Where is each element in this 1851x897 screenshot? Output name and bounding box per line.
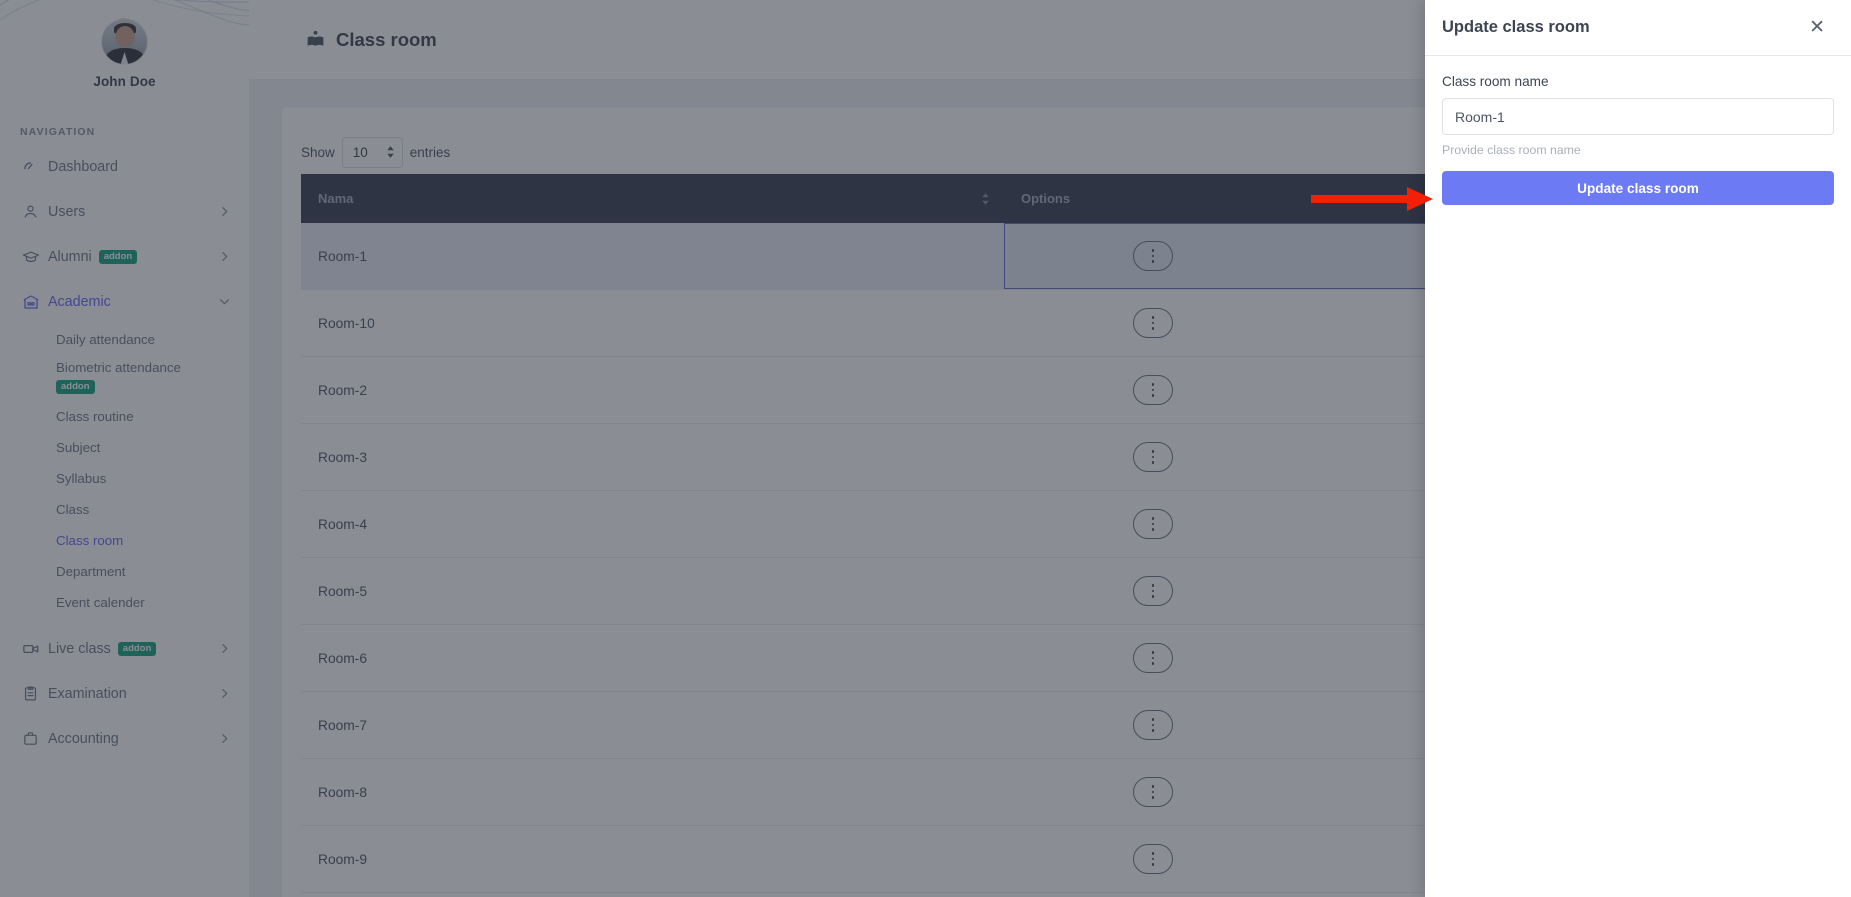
- modal-header: Update class room ✕: [1425, 0, 1851, 56]
- class-room-name-label: Class room name: [1442, 74, 1549, 89]
- class-room-name-input[interactable]: [1442, 98, 1834, 135]
- close-icon[interactable]: ✕: [1805, 16, 1829, 39]
- app-root: John Doe NAVIGATION Dashboard Users: [0, 0, 1851, 897]
- modal-title: Update class room: [1442, 18, 1590, 36]
- update-class-room-panel: Update class room ✕ Class room name Prov…: [1425, 0, 1851, 897]
- modal-backdrop[interactable]: [0, 0, 1425, 897]
- class-room-name-help: Provide class room name: [1442, 143, 1581, 157]
- update-class-room-button[interactable]: Update class room: [1442, 171, 1834, 205]
- modal-body: Class room name Provide class room name …: [1425, 56, 1851, 205]
